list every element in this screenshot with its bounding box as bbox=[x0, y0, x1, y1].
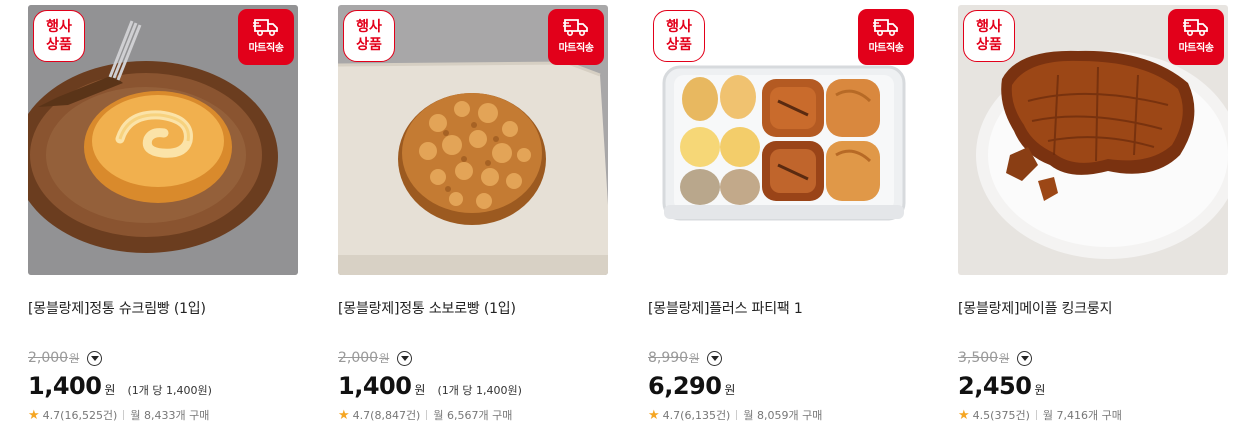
price-row: 1,400 원 (1개 당 1,400원) bbox=[28, 372, 298, 404]
original-price: 2,000 bbox=[28, 350, 69, 366]
delivery-truck-icon bbox=[1183, 19, 1208, 37]
event-badge: 행사 상품 bbox=[343, 10, 395, 62]
product-image[interactable]: 행사 상품 마트직송 bbox=[648, 5, 918, 275]
product-card[interactable]: 행사 상품 마트직송 [몽블랑제]정통 소보로빵 (1입) 2,000 원 1,… bbox=[338, 5, 608, 435]
rating-value: 4.7 bbox=[352, 408, 371, 422]
star-icon: ★ bbox=[338, 407, 350, 423]
event-badge: 행사 상품 bbox=[653, 10, 705, 62]
original-price-unit: 원 bbox=[999, 352, 1010, 365]
original-price-row: 2,000 원 bbox=[338, 348, 608, 368]
original-price-unit: 원 bbox=[69, 352, 80, 365]
product-grid: 행사 상품 마트직송 [몽블랑제]정통 슈크림빵 (1입) 2,000 원 1,… bbox=[0, 0, 1236, 439]
unit-price: (1개 당 1,400원) bbox=[127, 384, 212, 397]
chevron-down-icon bbox=[90, 356, 99, 361]
event-badge: 행사 상품 bbox=[963, 10, 1015, 62]
delivery-truck-icon bbox=[873, 19, 898, 37]
currency: 원 bbox=[414, 383, 426, 397]
review-count[interactable]: (375건) bbox=[990, 407, 1030, 423]
product-image[interactable]: 행사 상품 마트직송 bbox=[338, 5, 608, 275]
price-row: 2,450 원 bbox=[958, 372, 1228, 404]
monthly-sales: 월 7,416개 구매 bbox=[1042, 409, 1122, 422]
sale-price: 6,290 bbox=[648, 372, 722, 400]
product-name[interactable]: [몽블랑제]정통 소보로빵 (1입) bbox=[338, 298, 608, 318]
product-name[interactable]: [몽블랑제]플러스 파티팩 1 bbox=[648, 298, 918, 318]
original-price-unit: 원 bbox=[379, 352, 390, 365]
price-detail-toggle[interactable] bbox=[1017, 350, 1033, 366]
currency: 원 bbox=[724, 383, 736, 397]
review-count[interactable]: (16,525건) bbox=[60, 407, 117, 423]
product-image[interactable]: 행사 상품 마트직송 bbox=[958, 5, 1228, 275]
delivery-truck-icon bbox=[563, 19, 588, 37]
rating-row: ★ 4.5 (375건) 월 7,416개 구매 bbox=[958, 407, 1228, 423]
review-count[interactable]: (8,847건) bbox=[370, 407, 420, 423]
delivery-badge: 마트직송 bbox=[858, 9, 914, 65]
star-icon: ★ bbox=[648, 407, 660, 423]
delivery-badge: 마트직송 bbox=[238, 9, 294, 65]
divider bbox=[426, 410, 428, 420]
original-price: 2,000 bbox=[338, 350, 379, 366]
rating-row: ★ 4.7 (16,525건) 월 8,433개 구매 bbox=[28, 407, 298, 423]
sale-price: 2,450 bbox=[958, 372, 1032, 400]
rating-row: ★ 4.7 (8,847건) 월 6,567개 구매 bbox=[338, 407, 608, 423]
star-icon: ★ bbox=[958, 407, 970, 423]
rating-value: 4.7 bbox=[42, 408, 61, 422]
product-name[interactable]: [몽블랑제]정통 슈크림빵 (1입) bbox=[28, 298, 298, 318]
rating-row: ★ 4.7 (6,135건) 월 8,059개 구매 bbox=[648, 407, 918, 423]
star-icon: ★ bbox=[28, 407, 40, 423]
review-count[interactable]: (6,135건) bbox=[680, 407, 730, 423]
product-card[interactable]: 행사 상품 마트직송 [몽블랑제]플러스 파티팩 1 8,990 원 6,290… bbox=[648, 5, 918, 435]
rating-value: 4.5 bbox=[972, 408, 991, 422]
price-row: 1,400 원 (1개 당 1,400원) bbox=[338, 372, 608, 404]
sale-price: 1,400 bbox=[28, 372, 102, 400]
chevron-down-icon bbox=[400, 356, 409, 361]
original-price-row: 8,990 원 bbox=[648, 348, 918, 368]
product-name[interactable]: [몽블랑제]메이플 킹크룽지 bbox=[958, 298, 1228, 318]
divider bbox=[1035, 410, 1037, 420]
price-detail-toggle[interactable] bbox=[87, 350, 103, 366]
original-price-unit: 원 bbox=[689, 352, 700, 365]
price-row: 6,290 원 bbox=[648, 372, 918, 404]
original-price-row: 2,000 원 bbox=[28, 348, 298, 368]
divider bbox=[736, 410, 738, 420]
event-badge: 행사 상품 bbox=[33, 10, 85, 62]
divider bbox=[123, 410, 125, 420]
chevron-down-icon bbox=[1020, 356, 1029, 361]
product-card[interactable]: 행사 상품 마트직송 [몽블랑제]정통 슈크림빵 (1입) 2,000 원 1,… bbox=[28, 5, 298, 435]
currency: 원 bbox=[1034, 383, 1046, 397]
original-price-row: 3,500 원 bbox=[958, 348, 1228, 368]
rating-value: 4.7 bbox=[662, 408, 681, 422]
original-price: 3,500 bbox=[958, 350, 999, 366]
price-detail-toggle[interactable] bbox=[707, 350, 723, 366]
sale-price: 1,400 bbox=[338, 372, 412, 400]
chevron-down-icon bbox=[710, 356, 719, 361]
original-price: 8,990 bbox=[648, 350, 689, 366]
monthly-sales: 월 6,567개 구매 bbox=[433, 409, 513, 422]
product-card[interactable]: 행사 상품 마트직송 [몽블랑제]메이플 킹크룽지 3,500 원 2,450 … bbox=[958, 5, 1228, 435]
monthly-sales: 월 8,433개 구매 bbox=[130, 409, 210, 422]
delivery-truck-icon bbox=[253, 19, 278, 37]
monthly-sales: 월 8,059개 구매 bbox=[743, 409, 823, 422]
product-image[interactable]: 행사 상품 마트직송 bbox=[28, 5, 298, 275]
unit-price: (1개 당 1,400원) bbox=[437, 384, 522, 397]
price-detail-toggle[interactable] bbox=[397, 350, 413, 366]
delivery-badge: 마트직송 bbox=[548, 9, 604, 65]
delivery-badge: 마트직송 bbox=[1168, 9, 1224, 65]
currency: 원 bbox=[104, 383, 116, 397]
